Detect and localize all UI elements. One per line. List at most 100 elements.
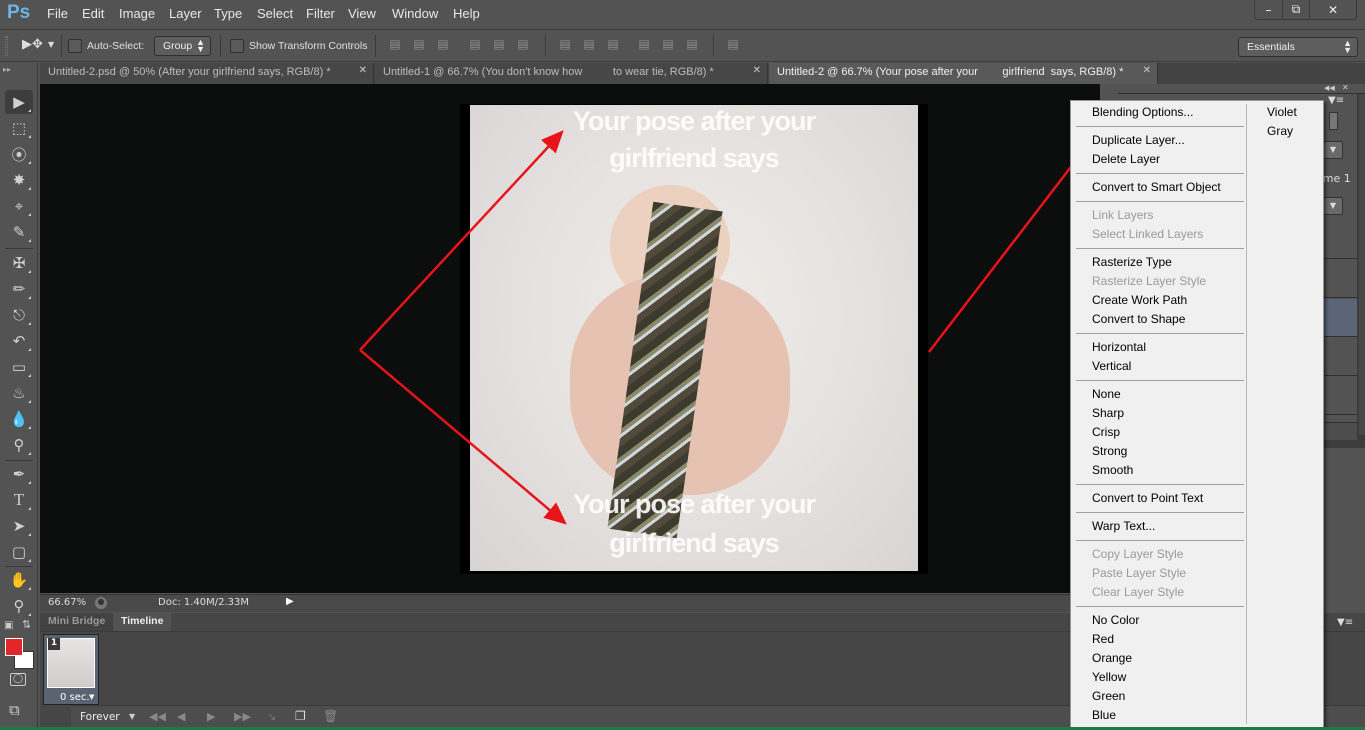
menu-item-crisp[interactable]: Crisp — [1092, 423, 1120, 442]
menu-type[interactable]: Type — [214, 6, 242, 21]
document-image[interactable]: Your pose after your girlfriend says You… — [470, 105, 918, 571]
tab-timeline[interactable]: Timeline — [113, 613, 172, 631]
chevron-down-icon[interactable]: ▼ — [48, 40, 54, 49]
menu-item-red[interactable]: Red — [1092, 630, 1114, 649]
distribute-horizontal-centers-icon[interactable]: ▤ — [661, 37, 675, 51]
previous-frame-icon[interactable]: ◀ — [177, 710, 185, 723]
type-tool-icon[interactable]: T — [5, 488, 33, 512]
menu-item-convert-to-smart-object[interactable]: Convert to Smart Object — [1092, 178, 1221, 197]
close-button[interactable]: ✕ — [1309, 0, 1356, 19]
magic-wand-tool-icon[interactable]: ✸ — [5, 168, 33, 192]
align-horizontal-centers-icon[interactable]: ▤ — [492, 37, 506, 51]
menu-item-green[interactable]: Green — [1092, 687, 1125, 706]
brush-tool-icon[interactable]: ✏ — [5, 277, 33, 301]
workspace-dropdown[interactable]: Essentials ▲ ▼ — [1238, 37, 1358, 57]
distribute-top-edges-icon[interactable]: ▤ — [558, 37, 572, 51]
menu-filter[interactable]: Filter — [306, 6, 335, 21]
animation-frame[interactable]: 1 0 sec. ▼ — [43, 634, 99, 705]
menu-item-warp-text[interactable]: Warp Text... — [1092, 517, 1155, 536]
lasso-tool-icon[interactable]: ⦿ — [5, 142, 33, 166]
tab-untitled-2-active[interactable]: Untitled-2 @ 66.7% (Your pose after your… — [769, 63, 1158, 84]
play-icon[interactable]: ▶ — [207, 710, 215, 723]
move-tool-preset-icon[interactable]: ▶✥ — [22, 37, 43, 52]
meme-top-text-line1[interactable]: Your pose after your — [470, 102, 918, 140]
quick-mask-icon[interactable]: ◯ — [10, 673, 26, 686]
clone-stamp-tool-icon[interactable]: ⎋ — [5, 303, 33, 327]
align-left-edges-icon[interactable]: ▤ — [468, 37, 482, 51]
distribute-vertical-centers-icon[interactable]: ▤ — [582, 37, 596, 51]
align-bottom-edges-icon[interactable]: ▤ — [436, 37, 450, 51]
zoom-level[interactable]: 66.67% — [48, 597, 86, 608]
duplicate-frame-icon[interactable]: ❐ — [295, 709, 306, 723]
frame-delay-dropdown-icon[interactable]: ▼ — [89, 693, 94, 701]
move-tool-icon[interactable]: ▶ — [5, 90, 33, 114]
menu-item-violet[interactable]: Violet — [1267, 103, 1297, 122]
restore-button[interactable]: ⧉ — [1282, 0, 1309, 19]
menu-item-create-work-path[interactable]: Create Work Path — [1092, 291, 1187, 310]
align-right-edges-icon[interactable]: ▤ — [516, 37, 530, 51]
menu-item-vertical[interactable]: Vertical — [1092, 357, 1131, 376]
close-tab-icon[interactable]: ✕ — [359, 65, 367, 76]
collapse-panel-icon[interactable]: ▸▸ — [3, 65, 11, 74]
timeline-panel-menu-icon[interactable]: ▼≡ — [1337, 617, 1353, 628]
menu-item-horizontal[interactable]: Horizontal — [1092, 338, 1146, 357]
next-frame-icon[interactable]: ▶▶ — [234, 710, 251, 723]
frame-delay[interactable]: 0 sec. — [60, 692, 90, 703]
eraser-tool-icon[interactable]: ▭ — [5, 355, 33, 379]
grip-handle[interactable] — [5, 36, 8, 56]
menu-edit[interactable]: Edit — [82, 6, 104, 21]
loop-option[interactable]: Forever — [80, 711, 120, 723]
tween-icon[interactable]: ↘ — [267, 710, 276, 723]
paint-bucket-tool-icon[interactable]: ♨ — [5, 381, 33, 405]
panel-menu-icon[interactable]: ▼≡ — [1328, 95, 1344, 106]
close-panel-icon[interactable]: ✕ — [1342, 83, 1349, 92]
menu-item-strong[interactable]: Strong — [1092, 442, 1127, 461]
loop-dropdown-icon[interactable]: ▼ — [129, 712, 135, 721]
meme-bottom-text-line2[interactable]: girlfriend says — [470, 524, 918, 562]
foreground-color-swatch[interactable] — [5, 638, 23, 656]
meme-bottom-text-line1[interactable]: Your pose after your — [470, 485, 918, 523]
menu-item-sharp[interactable]: Sharp — [1092, 404, 1124, 423]
auto-select-checkbox[interactable] — [68, 39, 82, 53]
dodge-tool-icon[interactable]: ⚲ — [5, 433, 33, 457]
first-frame-icon[interactable]: ◀◀ — [149, 710, 166, 723]
menu-item-duplicate-layer[interactable]: Duplicate Layer... — [1092, 131, 1185, 150]
screen-mode-icon[interactable]: ⧉ — [9, 701, 20, 719]
zoom-tool-icon[interactable]: ⚲ — [5, 594, 33, 618]
align-top-edges-icon[interactable]: ▤ — [388, 37, 402, 51]
tab-mini-bridge[interactable]: Mini Bridge — [40, 613, 114, 631]
healing-brush-tool-icon[interactable]: ✠ — [5, 251, 33, 275]
opacity-dropdown-icon[interactable]: ▼ — [1323, 141, 1343, 159]
menu-view[interactable]: View — [348, 6, 376, 21]
distribute-bottom-edges-icon[interactable]: ▤ — [606, 37, 620, 51]
fill-dropdown-icon[interactable]: ▼ — [1323, 197, 1343, 215]
layer-lock-toggle[interactable] — [1329, 112, 1338, 130]
default-colors-icon[interactable]: ▣ — [4, 620, 13, 631]
status-info-icon[interactable]: ● — [95, 597, 107, 609]
menu-help[interactable]: Help — [453, 6, 480, 21]
align-vertical-centers-icon[interactable]: ▤ — [412, 37, 426, 51]
menu-item-convert-to-shape[interactable]: Convert to Shape — [1092, 310, 1185, 329]
menu-item-no-color[interactable]: No Color — [1092, 611, 1139, 630]
show-transform-controls-checkbox[interactable] — [230, 39, 244, 53]
status-menu-arrow-icon[interactable]: ▶ — [286, 596, 294, 607]
swap-colors-icon[interactable]: ⇅ — [22, 618, 31, 631]
hand-tool-icon[interactable]: ✋ — [5, 568, 33, 592]
menu-layer[interactable]: Layer — [169, 6, 202, 21]
menu-item-blending-options[interactable]: Blending Options... — [1092, 103, 1193, 122]
layers-scrollbar[interactable] — [1359, 94, 1365, 435]
pen-tool-icon[interactable]: ✒ — [5, 462, 33, 486]
menu-item-rasterize-type[interactable]: Rasterize Type — [1092, 253, 1172, 272]
path-selection-tool-icon[interactable]: ➤ — [5, 514, 33, 538]
menu-item-gray[interactable]: Gray — [1267, 122, 1293, 141]
delete-frame-icon[interactable]: 🗑 — [323, 709, 338, 723]
menu-select[interactable]: Select — [257, 6, 293, 21]
close-tab-icon[interactable]: ✕ — [1143, 65, 1151, 76]
distribute-left-edges-icon[interactable]: ▤ — [637, 37, 651, 51]
menu-image[interactable]: Image — [119, 6, 155, 21]
close-tab-icon[interactable]: ✕ — [753, 65, 761, 76]
menu-file[interactable]: File — [47, 6, 68, 21]
distribute-right-edges-icon[interactable]: ▤ — [685, 37, 699, 51]
tab-untitled-2-psd[interactable]: Untitled-2.psd @ 50% (After your girlfri… — [40, 63, 374, 84]
minimize-button[interactable]: – — [1255, 0, 1282, 19]
